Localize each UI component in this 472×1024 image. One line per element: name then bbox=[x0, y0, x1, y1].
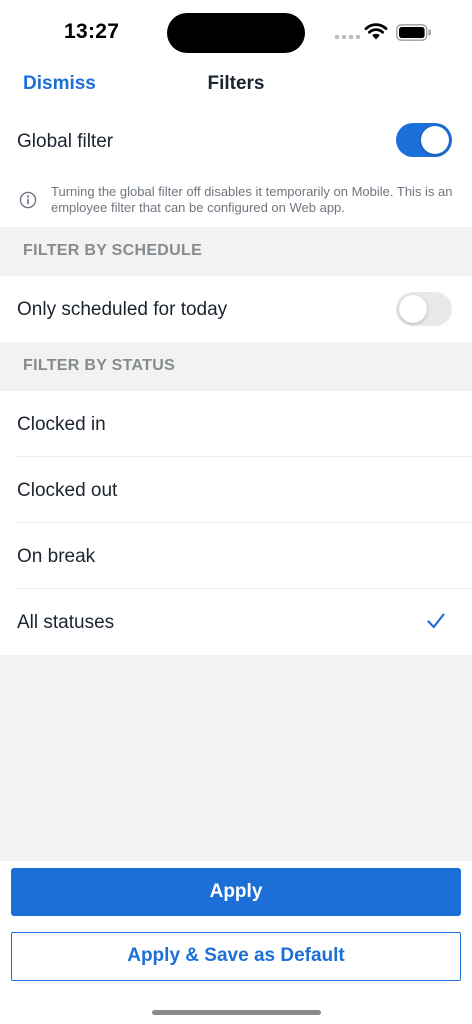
status-bar: 13:27 bbox=[0, 0, 472, 62]
status-option-label: Clocked out bbox=[17, 480, 118, 501]
status-time: 13:27 bbox=[64, 20, 120, 43]
schedule-row-today: Only scheduled for today bbox=[0, 276, 472, 342]
global-filter-label: Global filter bbox=[17, 131, 114, 152]
global-filter-row: Global filter bbox=[0, 104, 472, 178]
info-text: Turning the global filter off disables i… bbox=[51, 184, 453, 215]
global-filter-toggle[interactable] bbox=[396, 123, 452, 157]
apply-save-default-button[interactable]: Apply & Save as Default bbox=[11, 932, 461, 981]
section-header-status: FILTER BY STATUS bbox=[0, 342, 472, 391]
apply-button[interactable]: Apply bbox=[11, 868, 461, 916]
info-icon bbox=[19, 191, 37, 209]
global-filter-info: Turning the global filter off disables i… bbox=[0, 178, 472, 227]
dynamic-island bbox=[167, 13, 305, 53]
battery-icon bbox=[396, 24, 431, 41]
status-option-clocked-in[interactable]: Clocked in bbox=[0, 391, 472, 457]
toggle-knob bbox=[399, 295, 427, 323]
cellular-signal-icon bbox=[335, 35, 360, 39]
page-title: Filters bbox=[207, 73, 265, 94]
scheduled-today-toggle[interactable] bbox=[396, 292, 452, 326]
navigation-bar: Dismiss Filters bbox=[0, 62, 472, 104]
section-title: FILTER BY SCHEDULE bbox=[23, 242, 203, 259]
status-option-label: All statuses bbox=[17, 612, 115, 633]
schedule-today-label: Only scheduled for today bbox=[17, 299, 228, 320]
section-title: FILTER BY STATUS bbox=[23, 357, 176, 374]
section-header-schedule: FILTER BY SCHEDULE bbox=[0, 227, 472, 276]
status-option-label: On break bbox=[17, 546, 96, 567]
checkmark-icon bbox=[427, 613, 445, 629]
home-indicator bbox=[152, 1010, 321, 1015]
toggle-knob bbox=[421, 126, 449, 154]
status-option-all-statuses[interactable]: All statuses bbox=[0, 589, 472, 655]
status-option-clocked-out[interactable]: Clocked out bbox=[0, 457, 472, 523]
status-option-on-break[interactable]: On break bbox=[0, 523, 472, 589]
status-option-label: Clocked in bbox=[17, 414, 106, 435]
wifi-icon bbox=[364, 23, 388, 40]
